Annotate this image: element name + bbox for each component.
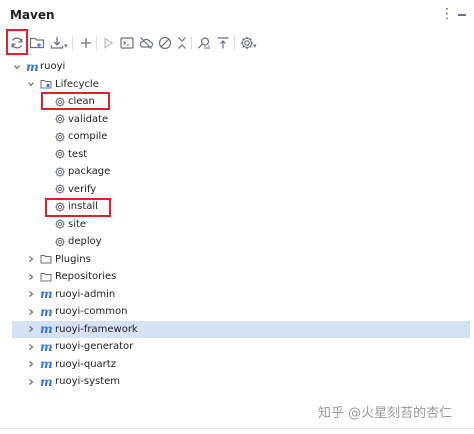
tool-window-title: Maven bbox=[10, 8, 55, 22]
bottom-border bbox=[0, 428, 474, 429]
chevron-down-icon[interactable] bbox=[26, 79, 36, 89]
tree-item-label: test bbox=[68, 148, 88, 160]
add-maven-project-button[interactable] bbox=[27, 32, 47, 54]
lifecycle-goal-site[interactable]: site bbox=[0, 216, 474, 233]
lifecycle-goal-deploy[interactable]: deploy bbox=[0, 233, 474, 250]
chevron-right-icon[interactable] bbox=[26, 272, 36, 282]
run-button[interactable] bbox=[98, 32, 118, 54]
chevron-right-icon[interactable] bbox=[26, 377, 36, 387]
tree-item-label: deploy bbox=[68, 236, 102, 247]
tree-item-label: ruoyi-quartz bbox=[55, 358, 116, 370]
add-button[interactable] bbox=[76, 32, 96, 54]
tree-item-label: Lifecycle bbox=[55, 78, 99, 90]
tree-item-label: Repositories bbox=[55, 271, 117, 282]
toggle-offline-button[interactable] bbox=[136, 32, 156, 54]
tree-item-label: ruoyi-generator bbox=[55, 341, 134, 352]
no-entry-icon bbox=[158, 36, 172, 50]
cloud-off-icon bbox=[139, 37, 154, 49]
maven-module-icon: m bbox=[40, 374, 53, 389]
tree-item-label: ruoyi-common bbox=[55, 306, 128, 317]
toolbar-separator bbox=[234, 36, 235, 50]
tree-item-label: ruoyi-admin bbox=[55, 288, 116, 300]
chevron-right-icon[interactable] bbox=[26, 359, 36, 369]
tree-item-plugins[interactable]: Plugins bbox=[0, 251, 474, 268]
gear-icon bbox=[54, 166, 66, 178]
play-icon bbox=[104, 37, 114, 49]
tree-item-label: compile bbox=[68, 131, 108, 142]
tree-item-ruoyi-system[interactable]: m ruoyi-system bbox=[0, 373, 474, 390]
analyze-dependencies-button[interactable] bbox=[194, 32, 214, 54]
tree-item-lifecycle[interactable]: Lifecycle bbox=[0, 76, 474, 93]
tree-item-label: site bbox=[68, 218, 87, 230]
show-dependencies-button[interactable] bbox=[213, 32, 233, 54]
folder-icon bbox=[40, 253, 52, 265]
tree-item-label: ruoyi-framework bbox=[55, 323, 138, 335]
gear-icon bbox=[54, 183, 66, 195]
tree-item-ruoyi-common[interactable]: m ruoyi-common bbox=[0, 303, 474, 320]
lifecycle-goal-validate[interactable]: validate bbox=[0, 111, 474, 128]
more-options-icon[interactable]: ⋮ bbox=[440, 7, 454, 21]
lifecycle-goal-compile[interactable]: compile bbox=[0, 128, 474, 145]
terminal-icon bbox=[120, 37, 134, 49]
tree-item-label: Plugins bbox=[55, 253, 91, 265]
gear-icon bbox=[54, 131, 66, 143]
clean-highlight-box bbox=[41, 92, 110, 110]
tree-item-label: verify bbox=[68, 183, 97, 195]
maven-tool-window: Maven ⋮ ▾ ▾ m ruoyi Lifecycle clean vali… bbox=[0, 0, 474, 434]
toolbar-separator bbox=[191, 36, 192, 50]
gear-icon bbox=[54, 148, 66, 160]
maven-module-icon: m bbox=[40, 304, 53, 319]
chevron-down-icon[interactable] bbox=[12, 62, 22, 72]
toolbar-separator bbox=[96, 36, 97, 50]
install-highlight-box bbox=[45, 198, 111, 217]
folder-add-icon bbox=[29, 37, 45, 49]
tree-item-ruoyi-admin[interactable]: m ruoyi-admin bbox=[0, 286, 474, 303]
maven-module-icon: m bbox=[26, 59, 39, 74]
collapse-button[interactable] bbox=[172, 32, 192, 54]
minimize-icon[interactable] bbox=[458, 14, 466, 16]
lifecycle-folder-icon bbox=[40, 78, 52, 90]
download-dropdown-icon[interactable]: ▾ bbox=[64, 42, 68, 50]
maven-module-icon: m bbox=[40, 287, 53, 301]
collapse-icon bbox=[178, 37, 186, 49]
lifecycle-goal-verify[interactable]: verify bbox=[0, 181, 474, 198]
watermark: 知乎 @火星刻苔的杏仁 bbox=[318, 406, 453, 421]
maven-module-icon: m bbox=[40, 357, 53, 371]
toolbar-separator bbox=[72, 36, 73, 50]
gear-icon bbox=[54, 113, 66, 125]
chevron-right-icon[interactable] bbox=[26, 254, 36, 264]
tree-item-ruoyi-framework[interactable]: m ruoyi-framework bbox=[12, 320, 470, 338]
tree-item-label: validate bbox=[68, 113, 109, 125]
chevron-right-icon[interactable] bbox=[26, 324, 36, 334]
reload-highlight-box bbox=[6, 29, 28, 55]
chevron-right-icon[interactable] bbox=[26, 289, 36, 299]
tree-item-label: package bbox=[68, 166, 111, 177]
execute-goal-button[interactable] bbox=[117, 32, 137, 54]
download-icon bbox=[50, 37, 64, 49]
tool-window-header: Maven ⋮ bbox=[0, 0, 474, 30]
tree-item-repositories[interactable]: Repositories bbox=[0, 268, 474, 285]
gear-icon bbox=[54, 218, 66, 230]
analyze-icon bbox=[198, 37, 210, 49]
align-top-icon bbox=[217, 37, 229, 49]
maven-module-icon: m bbox=[40, 322, 53, 336]
folder-icon bbox=[40, 271, 52, 283]
settings-dropdown-icon[interactable]: ▾ bbox=[253, 42, 257, 50]
tree-item-root[interactable]: m ruoyi bbox=[0, 58, 474, 75]
lifecycle-goal-test[interactable]: test bbox=[0, 146, 474, 163]
maven-toolbar: ▾ ▾ bbox=[0, 32, 474, 56]
tree-item-label: ruoyi bbox=[40, 61, 66, 72]
tree-item-ruoyi-generator[interactable]: m ruoyi-generator bbox=[0, 338, 474, 355]
plus-icon bbox=[81, 38, 91, 48]
chevron-right-icon[interactable] bbox=[26, 307, 36, 317]
tree-item-label: ruoyi-system bbox=[55, 376, 121, 387]
tree-item-ruoyi-quartz[interactable]: m ruoyi-quartz bbox=[0, 356, 474, 373]
chevron-right-icon[interactable] bbox=[26, 342, 36, 352]
gear-icon bbox=[54, 236, 66, 248]
lifecycle-goal-package[interactable]: package bbox=[0, 163, 474, 180]
maven-module-icon: m bbox=[40, 339, 53, 354]
